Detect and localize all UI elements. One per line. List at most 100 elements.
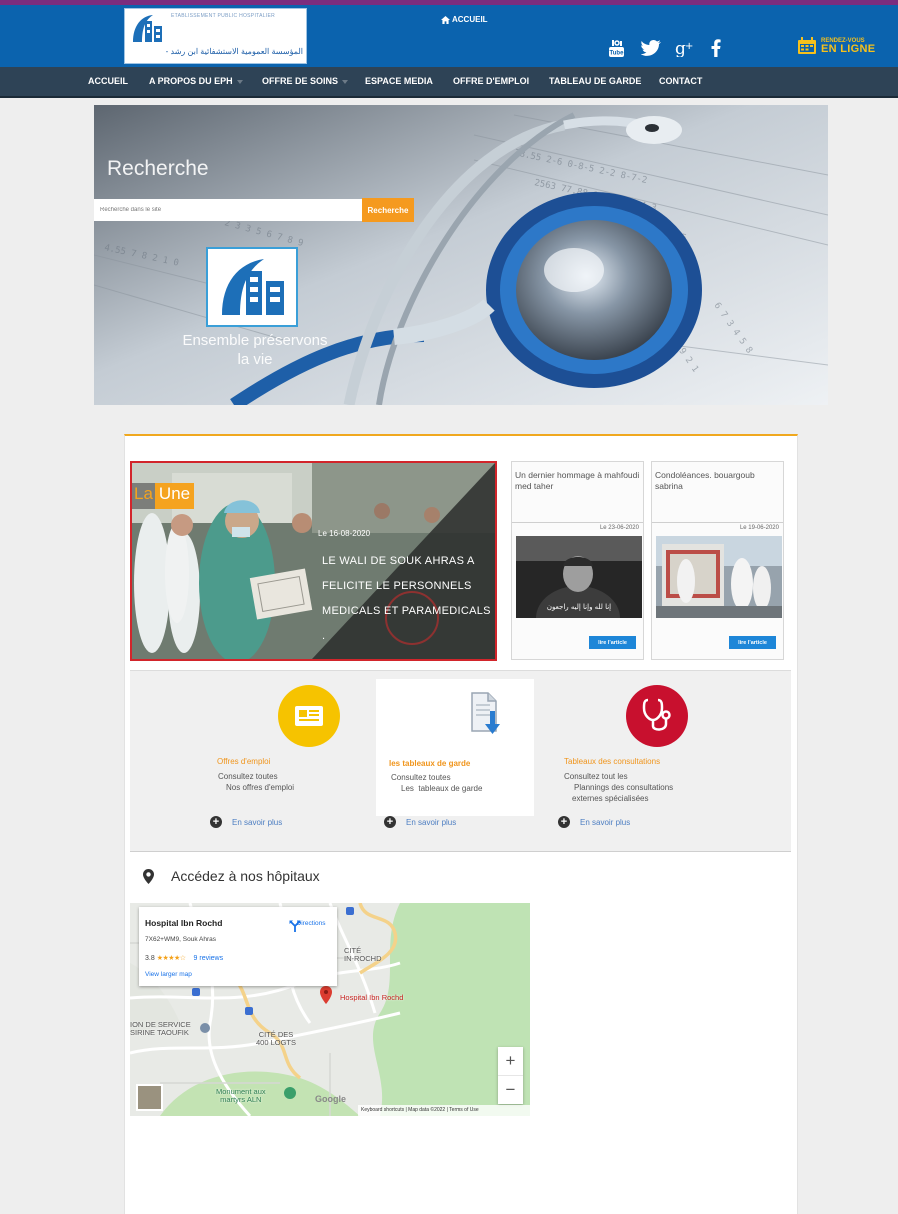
la-une-slide[interactable]: La Une Le 16-08-2020 LE WALI DE SOUK AHR… [130, 461, 497, 661]
slogan-line1: Ensemble préservons [182, 332, 328, 349]
feature-desc: Consultez toutes Nos offres d'emploi [218, 771, 294, 793]
card-divider [512, 522, 643, 523]
main-nav: ACCUEIL A PROPOS DU EPH OFFRE DE SOINS E… [0, 67, 898, 98]
nav-label: A PROPOS DU EPH [149, 76, 233, 86]
map-place-name: Hospital Ibn Rochd [145, 918, 223, 928]
feature-desc: Consultez tout les Plannings des consult… [564, 771, 673, 804]
read-article-button[interactable]: lire l'article [589, 636, 636, 649]
facebook-icon[interactable] [709, 37, 723, 59]
document-download-icon[interactable] [470, 691, 500, 742]
map-label: Monument aux martyrs ALN [216, 1088, 266, 1104]
map-satellite-toggle[interactable] [136, 1084, 163, 1111]
hero-slogan: Ensemble préservons la vie [160, 331, 350, 369]
feature-more-label: En savoir plus [406, 817, 457, 827]
card-image[interactable] [656, 536, 782, 618]
feature-title[interactable]: Tableaux des consultations [564, 757, 660, 766]
caret-down-icon [236, 79, 243, 84]
feature-title[interactable]: Offres d'emploi [217, 757, 270, 766]
nav-label: OFFRE DE SOINS [262, 76, 339, 86]
svg-text:إنا لله وإنا إليه راجعون: إنا لله وإنا إليه راجعون [547, 603, 611, 611]
logo-text-fr: ETABLISSEMENT PUBLIC HOSPITALIER [171, 13, 276, 19]
card-title[interactable]: Un dernier hommage à mahfoudi med taher [515, 470, 641, 492]
reviews-link[interactable]: 9 reviews [194, 955, 224, 962]
view-larger-map-link[interactable]: View larger map [145, 971, 192, 978]
map-label: CITÉ DES 400 LOGTS [256, 1031, 296, 1047]
feature-desc-line: externes spécialisées [572, 794, 649, 803]
stethoscope-icon[interactable] [626, 685, 688, 747]
zoom-out-button[interactable]: − [498, 1075, 523, 1103]
calendar-icon [798, 37, 816, 54]
feature-desc-line: Consultez toutes [391, 773, 451, 782]
newspaper-icon[interactable] [278, 685, 340, 747]
zoom-in-button[interactable]: + [498, 1047, 523, 1075]
feature-more-label: En savoir plus [580, 817, 631, 827]
slogan-line2: la vie [237, 351, 273, 368]
feature-desc: Consultez toutes Les tableaux de garde [391, 772, 482, 794]
feature-more-link[interactable]: + En savoir plus [558, 816, 630, 828]
nav-accueil[interactable]: ACCUEIL [88, 67, 128, 96]
feature-desc-line: Consultez tout les [564, 772, 628, 781]
rdv-en-ligne-button[interactable]: RENDEZ-VOUS EN LIGNE [797, 34, 881, 58]
feature-title[interactable]: les tableaux de garde [389, 759, 470, 768]
search-button[interactable]: Recherche [362, 198, 414, 222]
search-title: Recherche [107, 157, 209, 180]
une-title[interactable]: LE WALI DE SOUK AHRAS A FELICITE LE PERS… [322, 549, 492, 649]
hero-logo [206, 247, 298, 327]
nav-label: ESPACE MEDIA [365, 76, 433, 86]
site-header: ETABLISSEMENT PUBLIC HOSPITALIER المؤسسة… [0, 5, 898, 67]
hospital-logo-icon [133, 15, 162, 42]
feature-desc-line: Nos offres d'emploi [226, 783, 295, 792]
map-title: Accédez à nos hôpitaux [171, 868, 320, 884]
directions-icon [289, 920, 301, 932]
card-title[interactable]: Condoléances. bouargoub sabrina [655, 470, 781, 492]
plus-icon: + [210, 816, 222, 828]
google-map[interactable]: Hospital Ibn Rochd 7X62+WM9, Souk Ahras … [130, 903, 530, 1116]
hospital-logo-icon [222, 259, 284, 315]
feature-highlight-bg [376, 679, 534, 816]
read-article-button[interactable]: lire l'article [729, 636, 776, 649]
feature-more-link[interactable]: + En savoir plus [210, 816, 282, 828]
features-section: Offres d'emploi Consultez toutes Nos off… [130, 670, 791, 852]
nav-offre-de-soins[interactable]: OFFRE DE SOINS [262, 67, 349, 96]
youtube-icon[interactable]: Tube [607, 37, 626, 59]
top-home-link[interactable]: ACCUEIL [441, 15, 488, 24]
svg-text:+: + [685, 41, 693, 52]
la-une-badge: La Une [132, 483, 195, 509]
hero-banner: 78.55 2-6 0-8-5 2-2 8-7-2 2563 77.88 16 … [94, 105, 828, 405]
map-label: ION DE SERVICE SIRINE TAOUFIK [130, 1021, 191, 1037]
card-date: Le 23-06-2020 [599, 525, 639, 531]
home-icon [441, 15, 450, 24]
map-place-address: 7X62+WM9, Souk Ahras [145, 936, 216, 943]
map-heading: Accédez à nos hôpitaux [143, 868, 320, 884]
map-footer[interactable]: Keyboard shortcuts | Map data ©2022 | Te… [358, 1105, 530, 1116]
badge-la: La [132, 483, 155, 509]
feature-desc-line: Les tableaux de garde [401, 784, 483, 793]
site-logo[interactable]: ETABLISSEMENT PUBLIC HOSPITALIER المؤسسة… [124, 8, 307, 64]
twitter-icon[interactable] [640, 37, 662, 59]
news-card: Un dernier hommage à mahfoudi med taher … [511, 461, 644, 660]
map-label-line: martyrs ALN [220, 1095, 262, 1104]
map-pin-icon [143, 868, 154, 884]
nav-a-propos[interactable]: A PROPOS DU EPH [149, 67, 243, 96]
card-divider [652, 522, 783, 523]
googleplus-icon[interactable]: g + [675, 37, 695, 59]
nav-contact[interactable]: CONTACT [659, 67, 702, 96]
svg-text:Tube: Tube [610, 51, 625, 57]
map-label-hospital[interactable]: Hospital Ibn Rochd [340, 994, 403, 1002]
feature-more-label: En savoir plus [232, 817, 283, 827]
nav-tableau-de-garde[interactable]: TABLEAU DE GARDE [549, 67, 641, 96]
card-image[interactable]: إنا لله وإنا إليه راجعون [516, 536, 642, 618]
nav-espace-media[interactable]: ESPACE MEDIA [365, 67, 433, 96]
nav-offre-emploi[interactable]: OFFRE D'EMPLOI [453, 67, 529, 96]
map-label-line: 400 LOGTS [256, 1038, 297, 1047]
search-input[interactable] [94, 199, 362, 221]
caret-down-icon [342, 79, 349, 84]
rdv-line2: EN LIGNE [821, 42, 876, 55]
une-date: Le 16-08-2020 [318, 529, 371, 538]
directions-button[interactable]: Directions [289, 920, 333, 932]
map-label-line: IN-ROCHD [344, 954, 382, 963]
map-info-card: Hospital Ibn Rochd 7X62+WM9, Souk Ahras … [139, 907, 337, 986]
nav-label: TABLEAU DE GARDE [549, 76, 642, 86]
feature-more-link[interactable]: + En savoir plus [384, 816, 456, 828]
logo-text-ar: المؤسسة العمومية الاستشفائية ابن رشد - س… [165, 47, 303, 56]
